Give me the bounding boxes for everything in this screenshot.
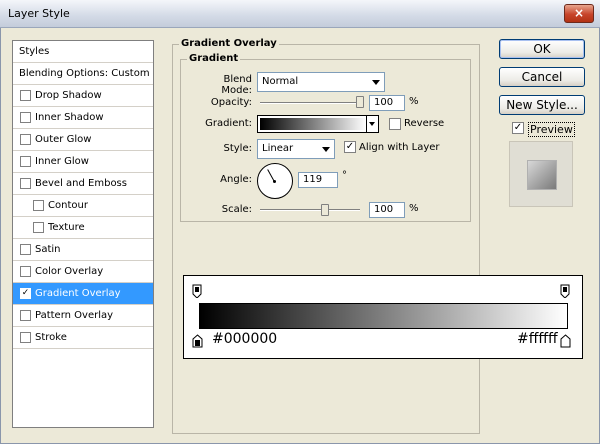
style-item-checkbox[interactable]: [20, 156, 31, 167]
opacity-stop-right-icon[interactable]: [560, 284, 570, 298]
cancel-button[interactable]: Cancel: [499, 67, 585, 87]
chevron-down-icon: [322, 147, 330, 152]
preview-swatch: [527, 160, 557, 190]
style-item-checkbox[interactable]: ✓: [20, 288, 31, 299]
style-item[interactable]: Drop Shadow: [13, 85, 153, 107]
color-stop-left-icon[interactable]: [192, 334, 203, 348]
style-item-checkbox[interactable]: [20, 178, 31, 189]
blend-mode-select[interactable]: Normal: [257, 72, 385, 92]
scale-unit: %: [409, 203, 419, 214]
style-item-checkbox[interactable]: [20, 112, 31, 123]
opacity-stop-left-icon[interactable]: [192, 284, 202, 298]
style-item-label: Satin: [35, 244, 61, 255]
angle-center-dot: [273, 180, 276, 183]
style-item[interactable]: Satin: [13, 239, 153, 261]
blend-mode-value: Normal: [262, 76, 299, 87]
gradient-dropdown[interactable]: [366, 116, 378, 132]
gradient-label: Gradient:: [205, 118, 252, 129]
style-item[interactable]: Inner Glow: [13, 151, 153, 173]
style-item-label: Bevel and Emboss: [35, 178, 127, 189]
style-item-checkbox[interactable]: [20, 332, 31, 343]
style-label: Style:: [223, 143, 253, 154]
gradient-swatch: [260, 118, 366, 130]
style-item-checkbox[interactable]: [20, 310, 31, 321]
style-item-label: Inner Glow: [35, 156, 89, 167]
style-item-label: Pattern Overlay: [35, 310, 114, 321]
style-item-label: Stroke: [35, 332, 67, 343]
style-item[interactable]: Stroke: [13, 327, 153, 349]
styles-header[interactable]: Styles: [13, 41, 153, 63]
style-item-checkbox[interactable]: [20, 90, 31, 101]
gradient-bar[interactable]: [199, 303, 568, 329]
chevron-down-icon: [369, 122, 375, 126]
align-with-layer-label: Align with Layer: [359, 142, 440, 153]
align-with-layer-checkbox[interactable]: ✓: [344, 141, 356, 153]
gradient-picker[interactable]: [257, 115, 379, 133]
opacity-slider[interactable]: [260, 102, 362, 104]
blending-options-item[interactable]: Blending Options: Custom: [13, 63, 153, 85]
start-color-hex: #000000: [212, 331, 278, 347]
style-item[interactable]: Pattern Overlay: [13, 305, 153, 327]
style-item[interactable]: Texture: [13, 217, 153, 239]
ok-button[interactable]: OK: [499, 39, 585, 59]
blend-mode-label: Blend Mode:: [221, 74, 252, 96]
style-preview: [509, 141, 573, 207]
angle-label: Angle:: [220, 174, 252, 185]
style-item[interactable]: ✓ Gradient Overlay: [13, 283, 153, 305]
preview-checkbox[interactable]: ✓: [512, 122, 524, 134]
scale-field[interactable]: 100: [369, 202, 405, 218]
new-style-button[interactable]: New Style...: [499, 95, 585, 115]
style-item[interactable]: Inner Shadow: [13, 107, 153, 129]
chevron-down-icon: [372, 80, 380, 85]
style-item-checkbox[interactable]: [33, 200, 44, 211]
opacity-slider-thumb[interactable]: [356, 96, 364, 108]
opacity-unit: %: [409, 96, 419, 107]
style-item[interactable]: Bevel and Emboss: [13, 173, 153, 195]
check-icon: ✓: [21, 288, 30, 298]
style-item-label: Contour: [48, 200, 88, 211]
end-color-hex: #ffffff: [517, 331, 558, 347]
angle-dial[interactable]: [257, 163, 293, 199]
gradient-editor: #000000 #ffffff: [183, 275, 583, 359]
opacity-label: Opacity:: [210, 97, 252, 108]
style-item-label: Inner Shadow: [35, 112, 104, 123]
scale-slider[interactable]: [260, 209, 360, 211]
style-item-checkbox[interactable]: [20, 266, 31, 277]
scale-slider-thumb[interactable]: [320, 204, 329, 216]
style-value: Linear: [262, 143, 294, 154]
style-item[interactable]: Color Overlay: [13, 261, 153, 283]
color-stop-right-icon[interactable]: [560, 334, 571, 348]
angle-field[interactable]: 119: [298, 172, 338, 188]
reverse-label: Reverse: [404, 118, 445, 129]
style-item[interactable]: Outer Glow: [13, 129, 153, 151]
gradient-subgroup-title: Gradient: [187, 53, 241, 64]
check-icon: ✓: [345, 141, 355, 152]
style-item-label: Outer Glow: [35, 134, 92, 145]
window-title: Layer Style: [8, 7, 70, 20]
reverse-checkbox[interactable]: [389, 118, 401, 130]
style-item-checkbox[interactable]: [20, 244, 31, 255]
style-item[interactable]: Contour: [13, 195, 153, 217]
close-button[interactable]: ×: [564, 4, 594, 23]
style-item-label: Gradient Overlay: [35, 288, 121, 299]
style-select[interactable]: Linear: [257, 139, 335, 159]
style-item-checkbox[interactable]: [20, 134, 31, 145]
gradient-overlay-title: Gradient Overlay: [179, 38, 279, 49]
preview-label: Preview: [528, 122, 575, 137]
style-item-label: Drop Shadow: [35, 90, 102, 101]
check-icon: ✓: [513, 122, 523, 133]
style-item-checkbox[interactable]: [33, 222, 44, 233]
opacity-field[interactable]: 100: [369, 95, 405, 111]
scale-label: Scale:: [221, 204, 252, 215]
styles-list: Styles Blending Options: Custom Drop Sha…: [12, 40, 154, 428]
style-item-label: Texture: [48, 222, 85, 233]
title-bar: Layer Style ×: [0, 0, 600, 28]
angle-unit: °: [342, 170, 347, 181]
style-item-label: Color Overlay: [35, 266, 104, 277]
